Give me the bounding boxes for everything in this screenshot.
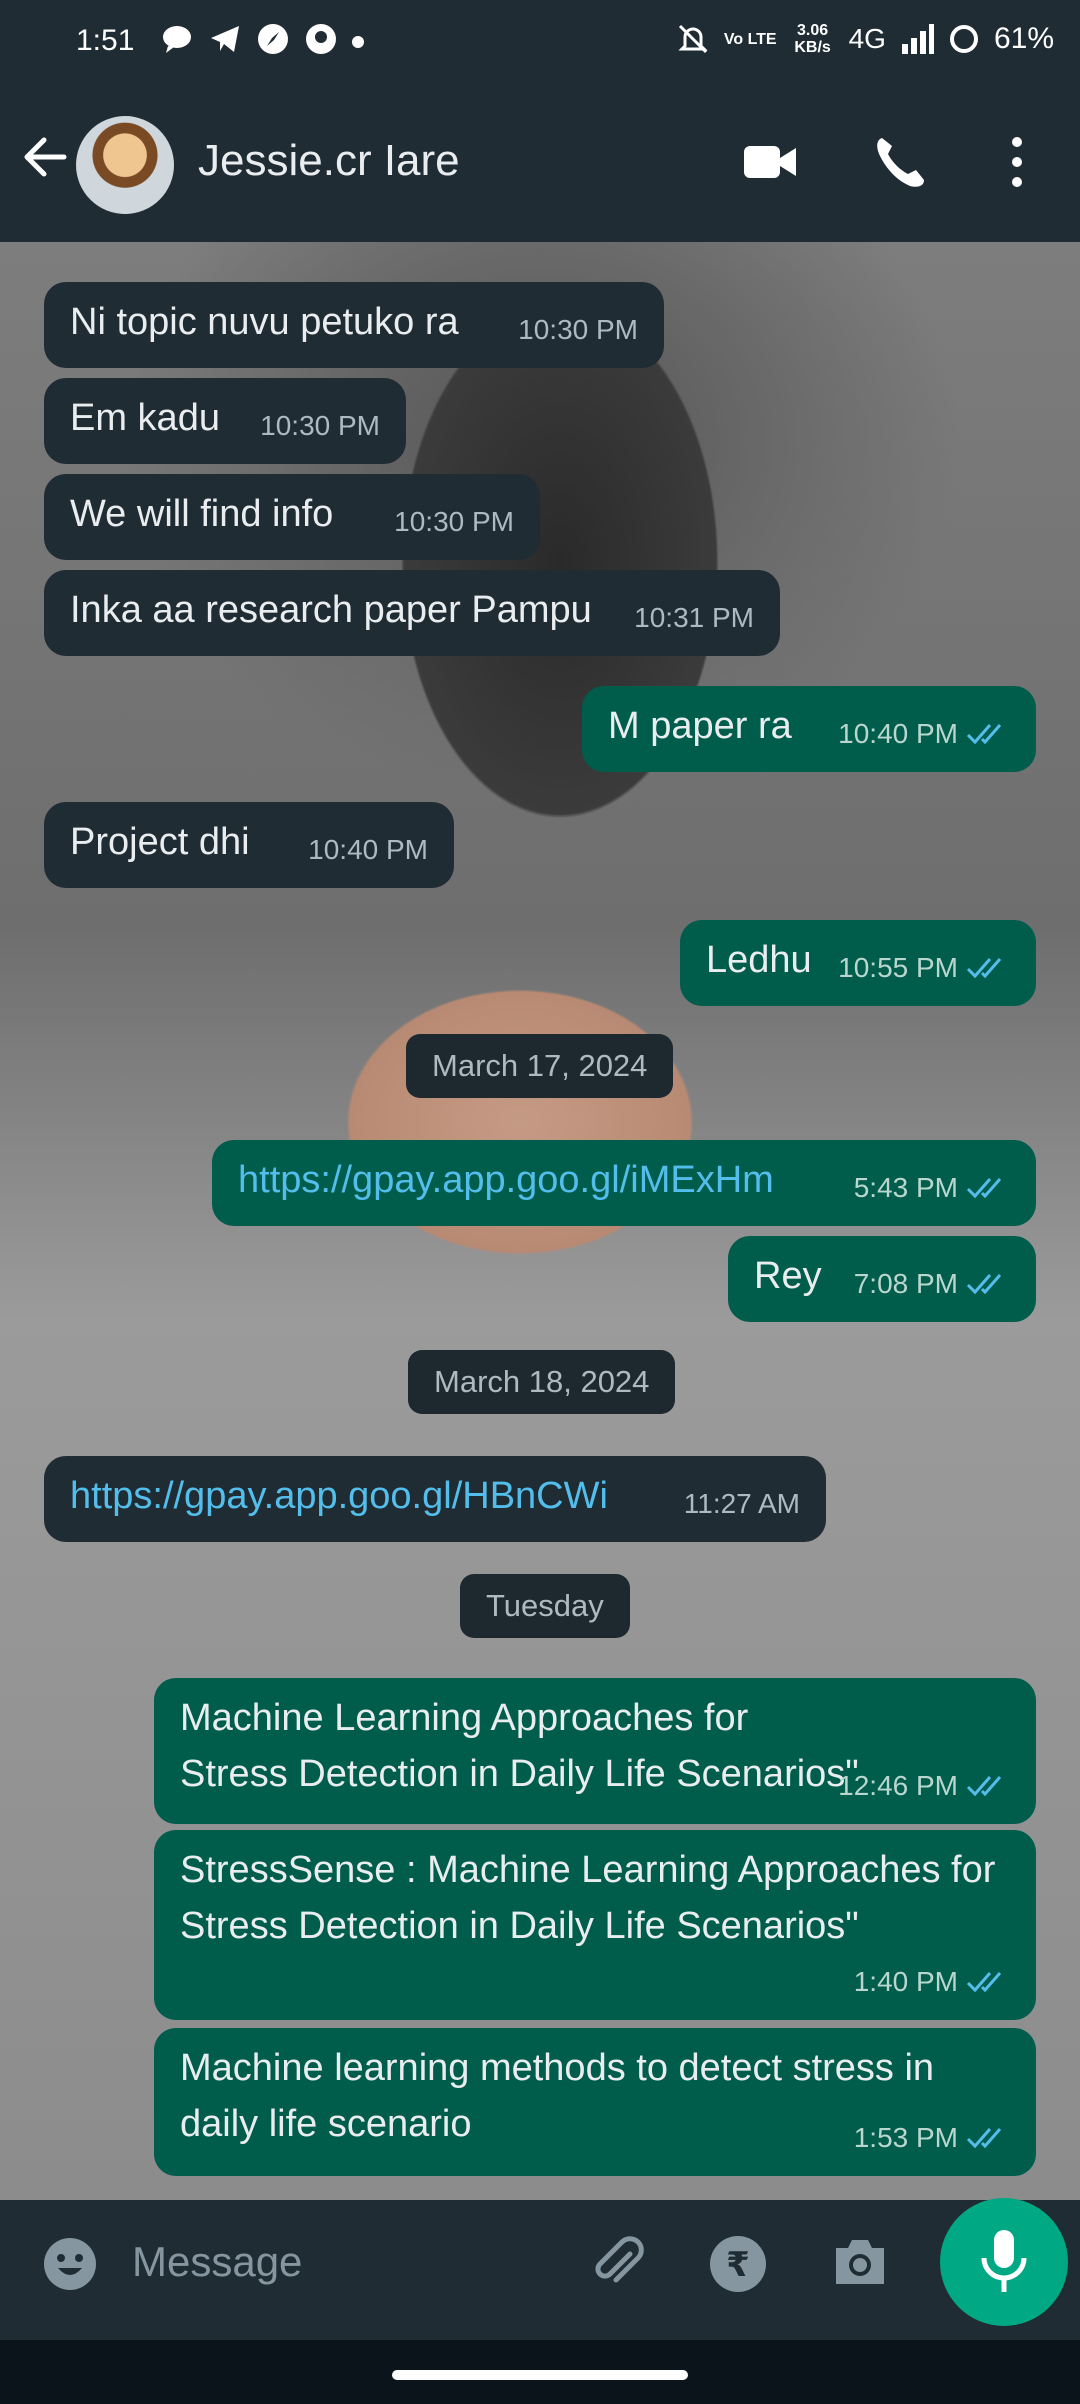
- battery-percent: 61%: [993, 22, 1054, 55]
- read-ticks-icon: [966, 724, 1002, 745]
- message-text: Inka aa research paper Pampu: [70, 589, 592, 631]
- read-ticks-icon: [966, 1178, 1002, 1199]
- status-right-icons: Vo LTE 3.06 KB/s 4G 61%: [676, 22, 1054, 56]
- app-notification-icon: [306, 24, 336, 54]
- message-bubble[interactable]: Machine learning methods to detect stres…: [154, 2028, 1036, 2176]
- message-bubble[interactable]: StressSense : Machine Learning Approache…: [154, 1830, 1036, 2020]
- volte-indicator: Vo LTE: [723, 30, 777, 48]
- telegram-icon: [211, 26, 239, 52]
- message-time: 7:08 PM: [853, 1268, 958, 1299]
- message-time: 12:46 PM: [838, 1770, 958, 1801]
- message-bubble[interactable]: Em kadu 10:30 PM: [44, 378, 406, 464]
- contact-name[interactable]: Jessie.cr Iare: [198, 136, 460, 186]
- more-notifications-dot: [352, 36, 364, 48]
- read-ticks-icon: [966, 1972, 1002, 1993]
- message-composer: Message ₹: [14, 2202, 920, 2326]
- message-input[interactable]: Message: [132, 2238, 302, 2286]
- home-gesture-pill[interactable]: [392, 2370, 688, 2380]
- chat-area[interactable]: Ni topic nuvu petuko ra 10:30 PM Em kadu…: [0, 242, 1080, 2200]
- emoji-icon[interactable]: [42, 2236, 98, 2292]
- message-time: 10:30 PM: [518, 314, 638, 345]
- message-time: 5:43 PM: [853, 1172, 958, 1203]
- message-text: Ni topic nuvu petuko ra: [70, 301, 459, 343]
- message-text: Ledhu: [706, 939, 812, 981]
- message-time: 10:55 PM: [838, 952, 958, 983]
- message-bubble[interactable]: https://gpay.app.goo.gl/iMExHm 5:43 PM: [212, 1140, 1036, 1226]
- message-meta: 7:08 PM: [854, 1256, 1010, 1312]
- message-time: 10:30 PM: [394, 506, 514, 537]
- attach-icon[interactable]: [586, 2232, 650, 2296]
- message-time: 1:40 PM: [853, 1966, 958, 1997]
- data-speed: 3.06 KB/s: [794, 22, 831, 56]
- battery-icon: [949, 25, 978, 53]
- message-text: We will find info: [70, 493, 334, 535]
- read-ticks-icon: [966, 1274, 1002, 1295]
- svg-text:₹: ₹: [726, 2245, 750, 2285]
- message-time: 10:31 PM: [634, 602, 754, 633]
- more-options-icon[interactable]: [1002, 132, 1032, 192]
- message-link[interactable]: https://gpay.app.goo.gl/HBnCWi: [70, 1475, 608, 1517]
- message-time: 11:27 AM: [683, 1488, 800, 1519]
- message-time: 10:30 PM: [260, 410, 380, 441]
- message-link[interactable]: https://gpay.app.goo.gl/iMExHm: [238, 1159, 774, 1201]
- message-meta: 12:46 PM: [838, 1758, 1010, 1814]
- network-type: 4G: [848, 23, 886, 54]
- message-meta: 10:40 PM: [838, 706, 1010, 762]
- message-meta: 1:40 PM: [854, 1954, 1010, 2010]
- message-text: Project dhi: [70, 821, 250, 863]
- compass-icon: [258, 24, 288, 54]
- message-time: 10:40 PM: [838, 718, 958, 749]
- notification-icons: [160, 22, 364, 56]
- message-bubble[interactable]: https://gpay.app.goo.gl/HBnCWi 11:27 AM: [44, 1456, 826, 1542]
- mute-icon: [678, 24, 708, 54]
- message-text: Rey: [754, 1255, 822, 1297]
- message-bubble[interactable]: Ni topic nuvu petuko ra 10:30 PM: [44, 282, 664, 368]
- voice-call-icon[interactable]: [872, 132, 928, 192]
- message-bubble[interactable]: M paper ra 10:40 PM: [582, 686, 1036, 772]
- camera-icon[interactable]: [830, 2234, 890, 2290]
- message-meta: 10:55 PM: [838, 940, 1010, 996]
- avatar[interactable]: [76, 116, 174, 214]
- system-navigation-bar: [0, 2340, 1080, 2404]
- message-meta: 5:43 PM: [854, 1160, 1010, 1216]
- message-text: StressSense : Machine Learning Approache…: [180, 1849, 996, 1947]
- date-separator: March 17, 2024: [406, 1034, 674, 1098]
- read-ticks-icon: [966, 1776, 1002, 1797]
- date-separator: March 18, 2024: [408, 1350, 676, 1414]
- chat-header: Jessie.cr Iare: [0, 88, 1080, 242]
- message-time: 10:40 PM: [308, 834, 428, 865]
- chat-bubble-icon: [163, 26, 191, 53]
- message-bubble[interactable]: Rey 7:08 PM: [728, 1236, 1036, 1322]
- message-bubble[interactable]: Inka aa research paper Pampu 10:31 PM: [44, 570, 780, 656]
- message-bubble[interactable]: Ledhu 10:55 PM: [680, 920, 1036, 1006]
- signal-icon: [901, 24, 934, 54]
- message-text: Em kadu: [70, 397, 220, 439]
- payment-rupee-icon[interactable]: ₹: [708, 2234, 768, 2294]
- message-text: Machine Learning Approaches for Stress D…: [180, 1697, 859, 1795]
- status-time: 1:51: [76, 24, 135, 57]
- message-bubble[interactable]: Project dhi 10:40 PM: [44, 802, 454, 888]
- message-time: 1:53 PM: [853, 2122, 958, 2153]
- message-bubble[interactable]: Machine Learning Approaches for Stress D…: [154, 1678, 1036, 1824]
- microphone-icon: [981, 2230, 1027, 2292]
- read-ticks-icon: [966, 958, 1002, 979]
- back-arrow-icon[interactable]: [20, 132, 70, 182]
- message-text: M paper ra: [608, 705, 792, 747]
- status-bar: 1:51 Vo LTE 3.06 KB/s 4G 61%: [0, 0, 1080, 88]
- read-ticks-icon: [966, 2128, 1002, 2149]
- voice-message-button[interactable]: [940, 2198, 1068, 2326]
- video-call-icon[interactable]: [740, 132, 800, 192]
- message-meta: 1:53 PM: [854, 2110, 1010, 2166]
- date-separator: Tuesday: [460, 1574, 630, 1638]
- message-bubble[interactable]: We will find info 10:30 PM: [44, 474, 540, 560]
